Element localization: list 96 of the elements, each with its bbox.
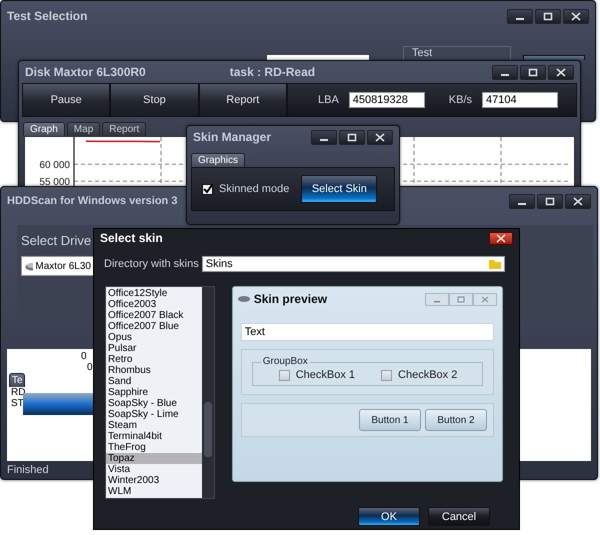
skinned-mode-checkbox[interactable]: Skinned mode [202, 183, 290, 195]
axis-label: 60 000 [39, 160, 70, 172]
task-label: task : RD-Read [230, 65, 316, 79]
close-icon [556, 68, 566, 76]
toolbar-button[interactable]: Report [198, 83, 287, 117]
list-item[interactable]: Sapphire [106, 387, 202, 398]
preview-title: Skin preview [254, 292, 328, 306]
window-title: HDDScan for Windows version 3 [7, 195, 178, 207]
maximize-icon [457, 296, 465, 302]
axis-label: 55 000 [39, 177, 70, 188]
drive-name: Maxtor 6L30 [35, 260, 91, 272]
window-title: Disk Maxtor 6L300R0 [25, 65, 146, 79]
close-button[interactable] [563, 8, 589, 24]
minimize-button[interactable] [311, 130, 337, 144]
maximize-button[interactable] [339, 130, 365, 144]
tab[interactable]: Report [102, 122, 146, 136]
lba-label: LBA [318, 94, 339, 106]
checkbox[interactable]: CheckBox 2 [381, 369, 458, 381]
list-item[interactable]: Winter2003 [106, 475, 202, 486]
directory-field[interactable]: Skins [202, 256, 505, 272]
axis-label: 0 [87, 362, 93, 373]
close-button[interactable] [367, 130, 393, 144]
tab[interactable]: Te [9, 373, 25, 387]
minimize-icon [516, 18, 524, 20]
list-item[interactable]: Pulsar [106, 343, 202, 354]
dialog-title: Select skin [100, 231, 163, 245]
window-title: Skin Manager [193, 130, 272, 144]
list-item[interactable]: SoapSky - Lime [106, 409, 202, 420]
maximize-icon [543, 12, 553, 20]
close-icon [481, 296, 489, 302]
input-field[interactable] [267, 55, 369, 60]
list-item[interactable]: Retro [106, 354, 202, 365]
close-icon [573, 196, 583, 206]
maximize-icon [545, 196, 555, 206]
directory-value: Skins [206, 258, 234, 270]
close-icon [571, 12, 581, 20]
tab[interactable]: Graphics [191, 153, 246, 167]
close-icon [375, 132, 385, 142]
maximize-button[interactable] [535, 8, 561, 24]
drive-dropdown[interactable]: Maxtor 6L30 [21, 256, 95, 276]
status-text: Finished [6, 463, 50, 478]
groupbox-label: GroupBox [260, 356, 310, 367]
group-label: Test [412, 47, 432, 59]
preview-button[interactable]: Button 2 [425, 409, 487, 431]
list-item[interactable]: Office2007 Black [106, 310, 202, 321]
maximize-button[interactable] [537, 194, 563, 208]
list-item[interactable]: SoapSky - Blue [106, 398, 202, 409]
select-skin-button[interactable]: Select Skin [301, 175, 378, 203]
close-button[interactable] [565, 194, 591, 208]
directory-label: Directory with skins [104, 258, 199, 270]
axis-label: 0 [81, 351, 87, 362]
folder-icon [489, 259, 501, 269]
minimize-button[interactable] [492, 64, 518, 80]
text-field[interactable]: Text [240, 323, 494, 341]
maximize-icon [347, 132, 357, 142]
close-button[interactable] [548, 64, 574, 80]
list-item[interactable]: Office12Style [106, 288, 202, 299]
minimize-icon [320, 139, 328, 141]
lba-field[interactable]: 450819328 [348, 92, 425, 108]
speed-field[interactable]: 47104 [482, 92, 558, 108]
ok-button[interactable]: OK [358, 507, 420, 526]
close-icon [496, 234, 506, 242]
list-item[interactable]: WLM [106, 486, 202, 497]
list-item[interactable]: Terminal4bit [106, 431, 202, 442]
list-item[interactable]: Steam [106, 420, 202, 431]
maximize-button[interactable] [520, 64, 546, 80]
log-text: ST [11, 398, 24, 409]
tab[interactable]: Graph [23, 122, 65, 136]
list-item[interactable]: Rhombus [106, 365, 202, 376]
checkmark-icon [203, 184, 212, 194]
minimize-icon [501, 74, 509, 76]
preview-button[interactable]: Button 1 [359, 409, 421, 431]
window-title: Test Selection [7, 9, 88, 23]
list-item[interactable]: Office2007 Blue [106, 321, 202, 332]
skin-logo-icon [238, 295, 250, 303]
speed-label: KB/s [448, 94, 472, 106]
minimize-icon [518, 203, 526, 205]
action-button[interactable] [523, 55, 585, 60]
tab[interactable]: Map [66, 122, 100, 136]
scrollbar[interactable] [202, 287, 214, 498]
list-item[interactable]: Sand [106, 376, 202, 387]
list-item[interactable]: Opus [106, 332, 202, 343]
list-item[interactable]: TheFrog [106, 442, 202, 453]
maximize-icon [528, 68, 538, 76]
close-button[interactable] [489, 232, 513, 244]
list-item[interactable]: Topaz [106, 453, 202, 464]
cancel-button[interactable]: Cancel [428, 507, 490, 526]
select-drive-label: Select Drive [21, 233, 92, 248]
checkbox[interactable]: CheckBox 1 [278, 369, 356, 381]
list-item[interactable]: Vista [106, 464, 202, 475]
list-item[interactable]: Office2003 [106, 299, 202, 310]
toolbar-button[interactable]: Stop [110, 83, 199, 117]
toolbar-button[interactable]: Pause [22, 83, 110, 117]
disk-drive-icon [25, 262, 34, 270]
minimize-button[interactable] [507, 8, 533, 24]
minimize-button[interactable] [509, 194, 535, 208]
